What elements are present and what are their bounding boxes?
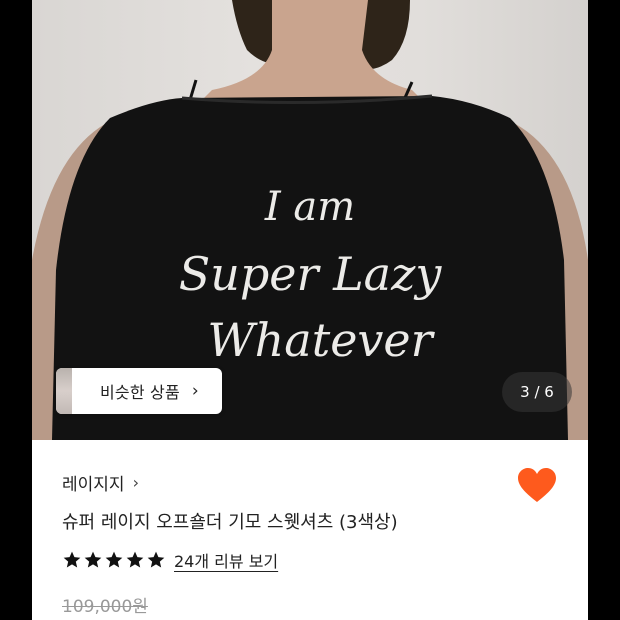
star-icon — [63, 551, 81, 568]
similar-products-label: 비슷한 상품 — [100, 383, 180, 402]
chevron-right-icon: › — [191, 381, 199, 401]
image-page-counter: 3 / 6 — [502, 372, 572, 412]
heart-icon[interactable] — [518, 468, 556, 504]
brand-name: 레이지지 — [62, 475, 125, 495]
star-icon — [84, 551, 102, 568]
product-info: 레이지지 › 슈퍼 레이지 오프숄더 기모 스웻셔츠 (3색상) 24개 리뷰 … — [32, 440, 588, 620]
star-icon — [126, 551, 144, 568]
reviews-link[interactable]: 24개 리뷰 보기 — [174, 548, 278, 572]
strap-left — [188, 79, 198, 101]
original-price: 109,000원 — [62, 597, 148, 617]
print-line-3: Whatever — [207, 313, 435, 367]
chevron-right-icon: › — [132, 473, 139, 492]
rating-row: 24개 리뷰 보기 — [62, 548, 278, 572]
image-page-counter-text: 3 / 6 — [520, 383, 554, 401]
product-detail-screen: I am Super Lazy Whatever 비슷한 상품 › 3 / 6 … — [32, 0, 588, 620]
star-icon — [105, 551, 123, 568]
product-image[interactable]: I am Super Lazy Whatever 비슷한 상품 › 3 / 6 — [32, 0, 588, 440]
rating-stars — [62, 550, 166, 570]
product-title: 슈퍼 레이지 오프숄더 기모 스웻셔츠 (3색상) — [62, 512, 398, 533]
print-line-1: I am — [264, 184, 355, 230]
brand-link[interactable]: 레이지지 › — [62, 470, 139, 495]
similar-products-button[interactable]: 비슷한 상품 › — [56, 368, 222, 414]
star-icon — [147, 551, 165, 568]
print-line-2: Super Lazy — [179, 247, 443, 301]
similar-product-thumbnail — [56, 368, 72, 414]
